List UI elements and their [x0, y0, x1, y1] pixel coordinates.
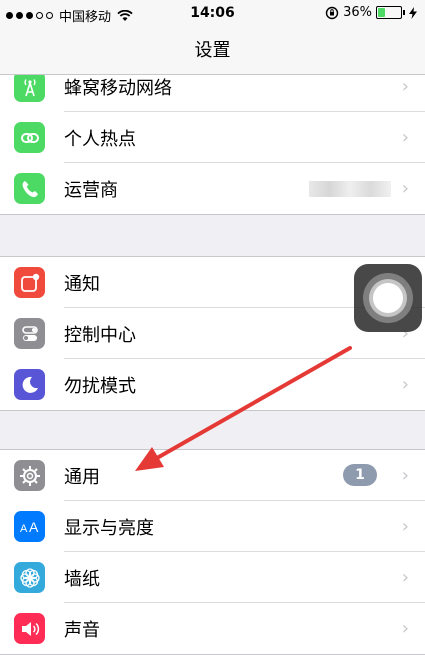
battery-icon	[376, 6, 402, 19]
status-bar: 中国移动 14:06 36%	[0, 0, 425, 28]
row-label: 勿扰模式	[64, 376, 136, 397]
hotspot-link-icon	[14, 122, 45, 153]
settings-row-sounds[interactable]: 声音 ›	[0, 603, 425, 654]
chevron-right-icon: ›	[401, 618, 409, 639]
battery-area: 36%	[325, 5, 417, 20]
row-label: 显示与亮度	[64, 518, 154, 539]
row-label: 运营商	[64, 180, 118, 201]
control-center-icon	[14, 318, 45, 349]
update-badge: 1	[343, 464, 377, 486]
cellular-antenna-icon	[14, 71, 45, 102]
row-label: 通用	[64, 467, 100, 488]
settings-row-hotspot[interactable]: 个人热点 ›	[0, 112, 425, 163]
battery-tip	[403, 10, 405, 15]
chevron-right-icon: ›	[401, 178, 409, 199]
display-aa-icon: AA	[14, 511, 45, 542]
gear-icon	[14, 460, 45, 491]
notifications-icon	[14, 267, 45, 298]
charging-bolt-icon	[409, 6, 417, 19]
row-label: 个人热点	[64, 129, 136, 150]
settings-row-do-not-disturb[interactable]: 勿扰模式 ›	[0, 359, 425, 410]
assistive-touch-button[interactable]	[354, 264, 422, 332]
moon-icon	[14, 369, 45, 400]
row-label: 蜂窝移动网络	[64, 78, 172, 99]
settings-row-wallpaper[interactable]: 墙纸 ›	[0, 552, 425, 603]
chevron-right-icon: ›	[401, 567, 409, 588]
settings-row-display-brightness[interactable]: AA 显示与亮度 ›	[0, 501, 425, 552]
rotation-lock-icon	[325, 6, 339, 19]
blurred-carrier-value	[309, 181, 391, 197]
settings-group-network: 蜂窝移动网络 › 个人热点 › 运营商 ›	[0, 60, 425, 215]
chevron-right-icon: ›	[401, 127, 409, 148]
settings-row-carrier[interactable]: 运营商 ›	[0, 163, 425, 214]
chevron-right-icon: ›	[401, 516, 409, 537]
svg-text:A: A	[29, 519, 39, 535]
navigation-bar: 设置	[0, 28, 425, 75]
assistive-ring	[373, 283, 403, 313]
speaker-icon	[14, 613, 45, 644]
svg-text:A: A	[20, 523, 28, 535]
chevron-right-icon: ›	[401, 374, 409, 395]
row-label: 声音	[64, 620, 100, 641]
chevron-right-icon: ›	[401, 76, 409, 97]
row-label: 通知	[64, 274, 100, 295]
phone-icon	[14, 173, 45, 204]
settings-row-general[interactable]: 通用 1 ›	[0, 450, 425, 501]
row-label: 控制中心	[64, 325, 136, 346]
wallpaper-flower-icon	[14, 562, 45, 593]
battery-level-fill	[378, 8, 385, 17]
settings-group-general: 通用 1 › AA 显示与亮度 › 墙纸 › 声音 ›	[0, 449, 425, 655]
battery-percent: 36%	[343, 5, 372, 20]
chevron-right-icon: ›	[401, 465, 409, 486]
row-label: 墙纸	[64, 569, 100, 590]
page-title: 设置	[194, 40, 231, 61]
